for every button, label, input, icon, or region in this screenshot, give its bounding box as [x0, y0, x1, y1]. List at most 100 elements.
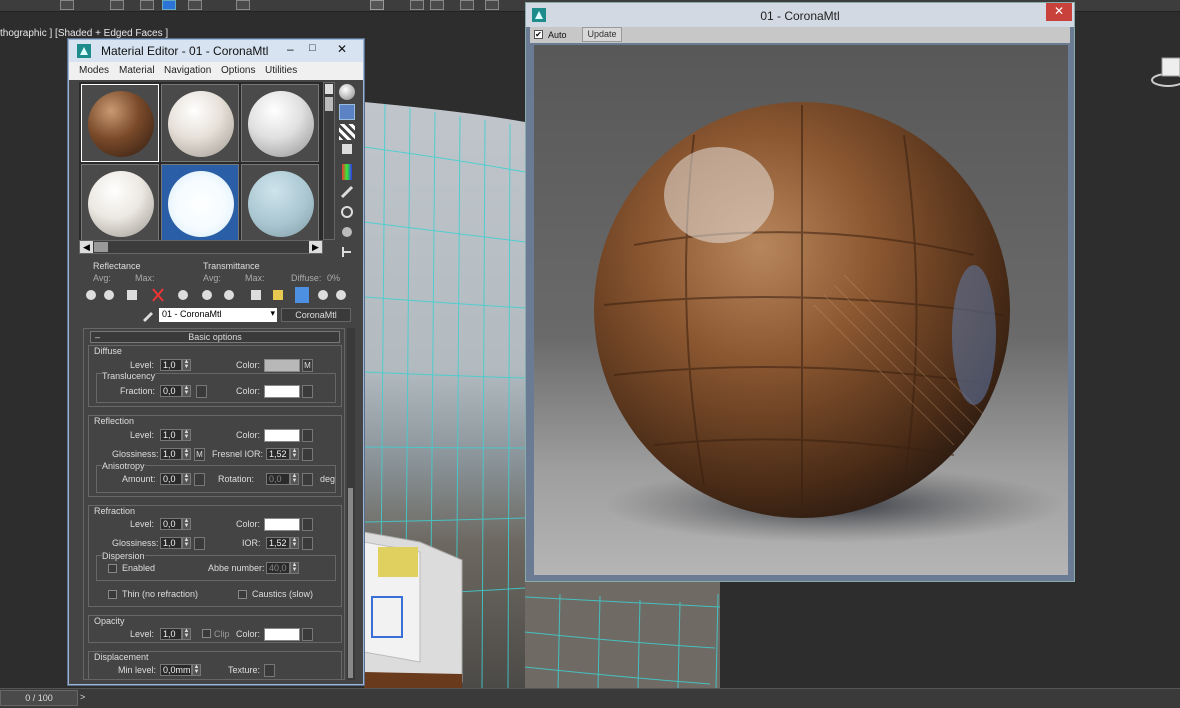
- caustics-checkbox[interactable]: [238, 590, 247, 599]
- translucency-color-swatch[interactable]: [264, 385, 300, 398]
- fraction-map-button[interactable]: [196, 385, 207, 398]
- abbe-spinner[interactable]: 40,0 ▲ ▼: [266, 562, 299, 574]
- snap-icon[interactable]: [410, 0, 424, 10]
- sample-type-icon[interactable]: [339, 84, 355, 100]
- sample-slots: [79, 82, 327, 242]
- video-color-icon[interactable]: [342, 164, 352, 180]
- deg-label: deg: [320, 474, 336, 484]
- angle-snap-icon[interactable]: [430, 0, 444, 10]
- material-name-dropdown[interactable]: 01 - CoronaMtl ▾: [159, 308, 277, 322]
- scroll-up-arrow[interactable]: [325, 84, 333, 94]
- rollout-basic-options[interactable]: – Basic options: [90, 331, 340, 343]
- opacity-level-spinner[interactable]: 1,0 ▲ ▼: [160, 628, 191, 640]
- reflection-level-spinner[interactable]: 1,0 ▲ ▼: [160, 429, 191, 441]
- reflection-map-button[interactable]: [302, 429, 313, 442]
- menu-modes[interactable]: Modes: [79, 65, 109, 76]
- fresnel-ior-spinner[interactable]: 1,52 ▲ ▼: [266, 448, 299, 460]
- time-slider[interactable]: 0 / 100: [0, 690, 78, 706]
- eyedropper-icon[interactable]: [141, 308, 155, 322]
- properties-scrollbar[interactable]: [347, 328, 355, 680]
- diffuse-map-button[interactable]: M: [302, 359, 313, 372]
- slots-vertical-scrollbar[interactable]: [323, 82, 335, 240]
- close-button[interactable]: ✕: [337, 42, 347, 56]
- viewport-label[interactable]: thographic ] [Shaded + Edged Faces ]: [0, 28, 168, 39]
- reset-map-icon: [152, 288, 164, 302]
- opacity-clip-checkbox[interactable]: [202, 629, 211, 638]
- scroll-left-arrow[interactable]: ◀: [80, 241, 93, 253]
- scroll-right-arrow[interactable]: ▶: [309, 241, 322, 253]
- preview-title: 01 - CoronaMtl: [760, 9, 840, 23]
- delete-icon[interactable]: [370, 0, 384, 10]
- reflection-gloss-map-button[interactable]: M: [194, 448, 205, 461]
- put-to-scene-icon: [104, 290, 114, 300]
- move-tool-icon[interactable]: [162, 0, 176, 10]
- menu-material[interactable]: Material: [119, 65, 155, 76]
- material-editor-titlebar[interactable]: Material Editor - 01 - CoronaMtl – □ ✕: [69, 40, 363, 62]
- fresnel-map-button[interactable]: [302, 448, 313, 461]
- sample-slot-5[interactable]: [161, 164, 239, 242]
- options-icon[interactable]: [339, 204, 355, 220]
- fraction-spinner[interactable]: 0,0 ▲ ▼: [160, 385, 191, 397]
- sample-slot-4[interactable]: [81, 164, 159, 242]
- material-map-navigator-icon[interactable]: [339, 244, 355, 260]
- thin-checkbox[interactable]: [108, 590, 117, 599]
- preview-close-button[interactable]: ✕: [1046, 3, 1072, 21]
- update-button[interactable]: Update: [582, 27, 622, 42]
- slots-horizontal-scrollbar[interactable]: ◀ ▶: [79, 240, 323, 254]
- rotate-tool-icon[interactable]: [188, 0, 202, 10]
- window-crossing-icon[interactable]: [140, 0, 154, 10]
- aniso-rotation-map-button[interactable]: [302, 473, 313, 486]
- ior-map-button[interactable]: [302, 537, 313, 550]
- menu-options[interactable]: Options: [221, 65, 255, 76]
- viewcube-icon[interactable]: [1150, 52, 1180, 92]
- make-preview-icon[interactable]: [339, 184, 355, 200]
- opacity-color-swatch[interactable]: [264, 628, 300, 641]
- sample-uv-icon[interactable]: [342, 144, 352, 154]
- material-type-button[interactable]: CoronaMtl: [281, 308, 351, 322]
- menu-navigation[interactable]: Navigation: [164, 65, 211, 76]
- refraction-map-button[interactable]: [302, 518, 313, 531]
- select-by-material-icon[interactable]: [339, 224, 355, 240]
- aniso-rotation-spinner[interactable]: 0,0 ▲ ▼: [266, 473, 299, 485]
- reflection-color-swatch[interactable]: [264, 429, 300, 442]
- refraction-gloss-spinner[interactable]: 1,0 ▲ ▼: [160, 537, 191, 549]
- opacity-clip-label: Clip: [214, 629, 230, 639]
- sample-slot-6[interactable]: [241, 164, 319, 242]
- background-icon[interactable]: [339, 124, 355, 140]
- put-to-library-icon: [224, 290, 234, 300]
- auto-checkbox[interactable]: ✔: [534, 30, 543, 39]
- sample-slot-3[interactable]: [241, 84, 319, 162]
- displacement-min-spinner[interactable]: 0,0mm ▲ ▼: [160, 664, 201, 676]
- opacity-map-button[interactable]: [302, 628, 313, 641]
- ior-spinner[interactable]: 1,52 ▲ ▼: [266, 537, 299, 549]
- diffuse-level-spinner[interactable]: 1,0 ▲ ▼: [160, 359, 191, 371]
- refraction-gloss-map-button[interactable]: [194, 537, 205, 550]
- select-tool-icon[interactable]: [60, 0, 74, 10]
- time-next-button[interactable]: >: [80, 692, 90, 704]
- refraction-color-swatch[interactable]: [264, 518, 300, 531]
- spinner-snap-icon[interactable]: [485, 0, 499, 10]
- minimize-button[interactable]: –: [287, 42, 294, 56]
- scale-tool-icon[interactable]: [236, 0, 250, 10]
- displacement-texture-button[interactable]: [264, 664, 275, 677]
- scroll-h-thumb[interactable]: [94, 242, 108, 252]
- properties-scroll-thumb[interactable]: [348, 488, 353, 678]
- translucency-map-button[interactable]: [302, 385, 313, 398]
- diffuse-color-swatch[interactable]: [264, 359, 300, 372]
- dispersion-enabled-checkbox[interactable]: [108, 564, 117, 573]
- scroll-thumb[interactable]: [325, 97, 333, 111]
- menu-utilities[interactable]: Utilities: [265, 65, 297, 76]
- backlight-icon[interactable]: [339, 104, 355, 120]
- preview-titlebar[interactable]: 01 - CoronaMtl ✕: [526, 3, 1074, 27]
- reflection-level-label: Level:: [130, 430, 155, 440]
- aniso-amount-spinner[interactable]: 0,0 ▲ ▼: [160, 473, 191, 485]
- sample-slot-2[interactable]: [161, 84, 239, 162]
- refraction-level-spinner[interactable]: 0,0 ▲ ▼: [160, 518, 191, 530]
- percent-snap-icon[interactable]: [460, 0, 474, 10]
- select-region-icon[interactable]: [110, 0, 124, 10]
- sample-slot-wood[interactable]: [81, 84, 159, 162]
- aniso-amount-map-button[interactable]: [194, 473, 205, 486]
- maximize-button[interactable]: □: [309, 42, 316, 54]
- reflection-gloss-spinner[interactable]: 1,0 ▲ ▼: [160, 448, 191, 460]
- rollout-collapse-icon: –: [95, 332, 101, 342]
